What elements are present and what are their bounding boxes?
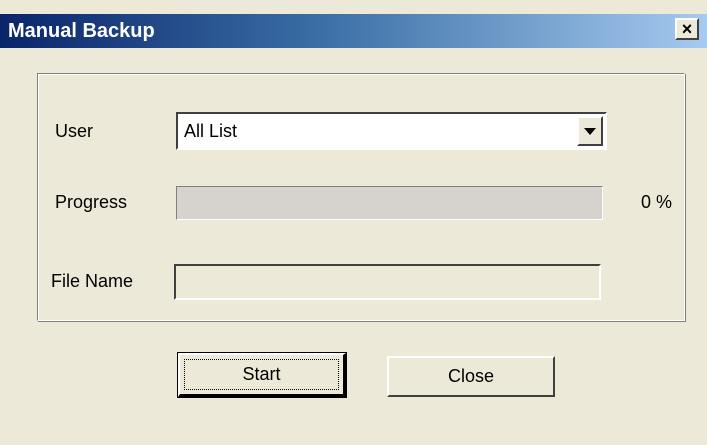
progress-bar <box>176 186 603 220</box>
close-button-label: Close <box>447 366 495 386</box>
title-bar[interactable]: Manual Backup × <box>0 14 707 48</box>
dialog-title: Manual Backup <box>8 20 155 42</box>
manual-backup-dialog: Manual Backup × User All List Progress 0… <box>0 0 707 445</box>
file-name-label: File Name <box>51 271 134 291</box>
start-button[interactable]: Start <box>177 352 347 398</box>
close-button[interactable]: Close <box>387 356 555 397</box>
file-name-field[interactable] <box>174 264 601 300</box>
progress-percent: 0 % <box>641 192 673 212</box>
start-button-label: Start <box>242 364 281 384</box>
user-select-value: All List <box>184 121 238 141</box>
user-select[interactable]: All List <box>176 112 607 150</box>
progress-label: Progress <box>55 192 128 212</box>
user-label: User <box>55 121 94 141</box>
dropdown-button[interactable] <box>577 116 603 146</box>
close-icon: × <box>681 19 693 39</box>
chevron-down-icon <box>584 127 596 135</box>
close-window-button[interactable]: × <box>675 18 699 40</box>
